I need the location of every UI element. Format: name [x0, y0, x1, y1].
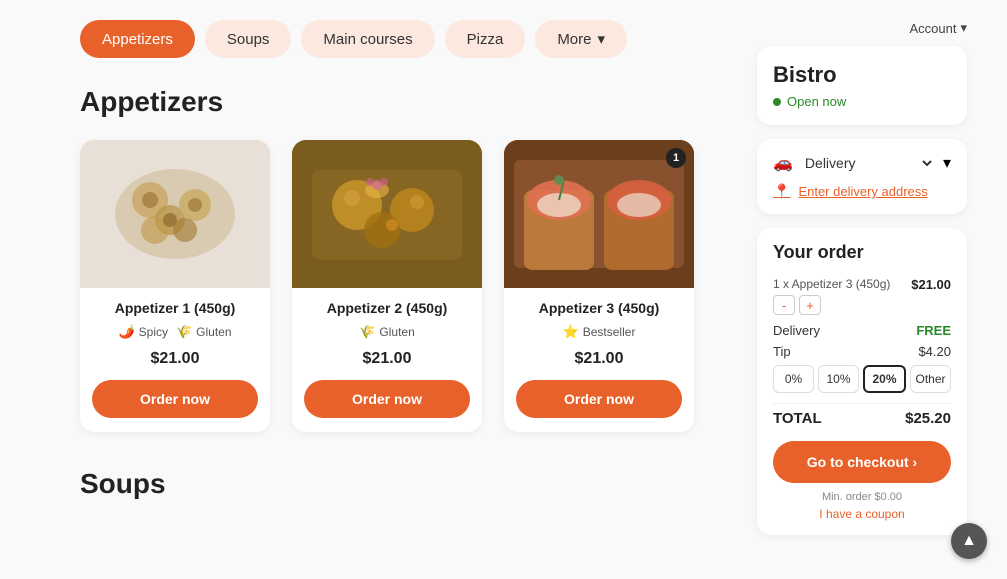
tag-spicy: 🌶️ Spicy [118, 324, 168, 340]
delivery-row: Delivery FREE [773, 323, 951, 338]
tab-pizza[interactable]: Pizza [445, 20, 526, 58]
product-grid: Appetizer 1 (450g) 🌶️ Spicy 🌾 Gluten $21… [80, 140, 727, 432]
delivery-dropdown-icon: ▾ [943, 153, 951, 173]
total-row: TOTAL $25.20 [773, 403, 951, 427]
product-image-1 [80, 140, 270, 288]
product-price-3: $21.00 [516, 350, 682, 368]
product-image-2 [292, 140, 482, 288]
spicy-icon: 🌶️ [118, 324, 134, 340]
restaurant-card: Bistro Open now [757, 46, 967, 125]
product-info-2: Appetizer 2 (450g) 🌾 Gluten $21.00 Order… [292, 288, 482, 432]
tab-main-courses[interactable]: Main courses [301, 20, 434, 58]
tab-soups[interactable]: Soups [205, 20, 292, 58]
product-tags-1: 🌶️ Spicy 🌾 Gluten [92, 324, 258, 340]
appetizers-section-title: Appetizers [80, 86, 727, 118]
min-order-text: Min. order $0.00 [773, 491, 951, 503]
product-card-2: Appetizer 2 (450g) 🌾 Gluten $21.00 Order… [292, 140, 482, 432]
delivery-mode-row: 🚗 Delivery ▾ [773, 153, 951, 173]
coupon-link[interactable]: I have a coupon [773, 507, 951, 521]
delivery-mode-select[interactable]: Delivery [801, 154, 935, 172]
delivery-card: 🚗 Delivery ▾ 📍 Enter delivery address [757, 139, 967, 214]
account-chevron-icon: ▾ [960, 20, 967, 36]
open-status: Open now [773, 94, 951, 109]
order-item-row: 1 x Appetizer 3 (450g) - + $21.00 [773, 277, 951, 315]
product-info-3: Appetizer 3 (450g) ⭐ Bestseller $21.00 O… [504, 288, 694, 432]
tip-btn-0[interactable]: 0% [773, 365, 814, 393]
order-card: Your order 1 x Appetizer 3 (450g) - + $2… [757, 228, 967, 535]
product-info-1: Appetizer 1 (450g) 🌶️ Spicy 🌾 Gluten $21… [80, 288, 270, 432]
order-item-price: $21.00 [911, 277, 951, 292]
order-btn-1[interactable]: Order now [92, 380, 258, 418]
qty-controls: - + [773, 295, 890, 315]
gluten-icon-2: 🌾 [359, 324, 375, 340]
tip-btn-other[interactable]: Other [910, 365, 951, 393]
tip-label-row: Tip $4.20 [773, 344, 951, 359]
product-price-2: $21.00 [304, 350, 470, 368]
delivery-address[interactable]: 📍 Enter delivery address [773, 183, 951, 200]
tip-section: Tip $4.20 0% 10% 20% Other [773, 344, 951, 393]
product-card-3: 1 Appetizer 3 (450g) ⭐ Bestseller $21.00… [504, 140, 694, 432]
product-name-1: Appetizer 1 (450g) [92, 300, 258, 316]
scroll-top-button[interactable]: ▲ [951, 523, 987, 559]
tab-appetizers[interactable]: Appetizers [80, 20, 195, 58]
tip-options: 0% 10% 20% Other [773, 365, 951, 393]
bestseller-icon: ⭐ [563, 324, 579, 340]
tag-gluten: 🌾 Gluten [176, 324, 232, 340]
checkout-button[interactable]: Go to checkout › [773, 441, 951, 483]
soups-section-title: Soups [80, 468, 727, 500]
qty-decrease-btn[interactable]: - [773, 295, 795, 315]
product-image-3 [504, 140, 694, 288]
sidebar: Account ▾ Bistro Open now 🚗 Delivery ▾ 📍… [757, 20, 967, 549]
tip-btn-20[interactable]: 20% [863, 365, 906, 393]
product-name-2: Appetizer 2 (450g) [304, 300, 470, 316]
product-tags-3: ⭐ Bestseller [516, 324, 682, 340]
tag-gluten-2: 🌾 Gluten [359, 324, 415, 340]
arrow-up-icon: ▲ [961, 532, 977, 550]
car-icon: 🚗 [773, 153, 793, 173]
tip-btn-10[interactable]: 10% [818, 365, 859, 393]
product-card-1: Appetizer 1 (450g) 🌶️ Spicy 🌾 Gluten $21… [80, 140, 270, 432]
chevron-down-icon: ▾ [598, 30, 606, 48]
open-indicator [773, 98, 781, 106]
pin-icon: 📍 [773, 183, 790, 200]
category-nav: Appetizers Soups Main courses Pizza More… [80, 20, 727, 58]
order-title: Your order [773, 242, 951, 263]
cart-badge-3: 1 [666, 148, 686, 168]
order-item-name: 1 x Appetizer 3 (450g) [773, 277, 890, 291]
product-name-3: Appetizer 3 (450g) [516, 300, 682, 316]
tab-more[interactable]: More ▾ [535, 20, 627, 58]
account-button[interactable]: Account ▾ [757, 20, 967, 36]
gluten-icon: 🌾 [176, 324, 192, 340]
product-tags-2: 🌾 Gluten [304, 324, 470, 340]
qty-increase-btn[interactable]: + [799, 295, 821, 315]
tag-bestseller: ⭐ Bestseller [563, 324, 636, 340]
order-btn-3[interactable]: Order now [516, 380, 682, 418]
restaurant-name: Bistro [773, 62, 951, 88]
product-price-1: $21.00 [92, 350, 258, 368]
order-btn-2[interactable]: Order now [304, 380, 470, 418]
